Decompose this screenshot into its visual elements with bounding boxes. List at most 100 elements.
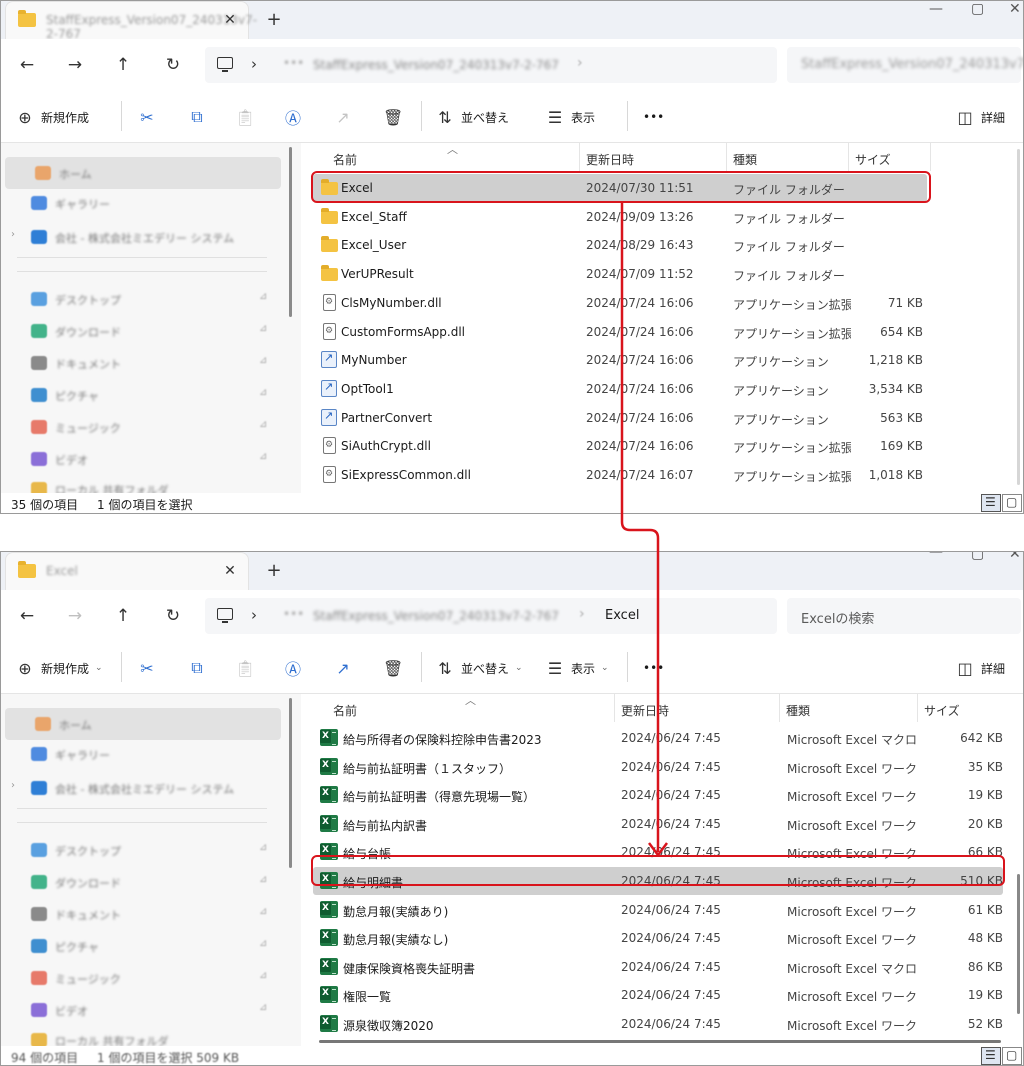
pin-icon[interactable]: ⊿ [259, 970, 267, 981]
sort-button[interactable]: ⇅ 並べ替え ⌄ [435, 656, 522, 680]
chevron-right-icon[interactable]: › [11, 780, 15, 791]
column-header-modified[interactable]: 更新日時 [615, 694, 780, 722]
close-icon[interactable]: ✕ [220, 561, 240, 581]
pin-icon[interactable]: ⊿ [259, 906, 267, 917]
sidebar-item[interactable]: ホーム [5, 157, 281, 189]
delete-button[interactable]: 🗑︎ [383, 656, 403, 680]
column-header-type[interactable]: 種類 [727, 143, 849, 171]
table-row[interactable]: Excel_User 2024/08/29 16:43 ファイル フォルダー [313, 231, 927, 259]
new-button[interactable]: ⊕ 新規作成 [15, 105, 89, 129]
details-view-button[interactable] [981, 1047, 1001, 1065]
sort-button[interactable]: ⇅ 並べ替え [435, 105, 509, 129]
close-window-icon[interactable]: ✕ [1009, 552, 1021, 562]
column-header-modified[interactable]: 更新日時 [580, 143, 727, 171]
pin-icon[interactable]: ⊿ [259, 291, 267, 302]
forward-button[interactable]: → [63, 604, 87, 628]
paste-button[interactable]: 📋︎ [235, 656, 255, 680]
address-bar[interactable]: › ••• StaffExpress_Version07_240313v7-2-… [205, 598, 777, 634]
pin-icon[interactable]: ⊿ [259, 938, 267, 949]
sidebar-item[interactable]: ホーム [5, 708, 281, 740]
pin-icon[interactable]: ⊿ [259, 451, 267, 462]
cut-button[interactable]: ✂ [137, 656, 157, 680]
pin-icon[interactable]: ⊿ [259, 323, 267, 334]
column-header-size[interactable]: サイズ [849, 143, 931, 171]
table-row[interactable]: 給与台帳 2024/06/24 7:45 Microsoft Excel ワーク..… [313, 838, 1003, 866]
sidebar-item[interactable]: ピクチャ ⊿ [1, 379, 291, 411]
table-row[interactable]: Excel 2024/07/30 11:51 ファイル フォルダー [313, 174, 927, 202]
sidebar-item[interactable]: ミュージック ⊿ [1, 962, 291, 994]
address-path[interactable]: StaffExpress_Version07_240313v7-2-767 [313, 58, 559, 72]
copy-button[interactable]: ⧉ [187, 105, 207, 129]
table-row[interactable]: 勤怠月報(実績あり) 2024/06/24 7:45 Microsoft Excel… [313, 896, 1003, 924]
details-view-button[interactable] [981, 494, 1001, 512]
share-button[interactable]: ↗ [333, 105, 353, 129]
cut-button[interactable]: ✂ [137, 105, 157, 129]
address-current-folder[interactable]: Excel [605, 608, 639, 623]
rename-button[interactable]: Ⓐ [283, 656, 303, 680]
column-header-size[interactable]: サイズ [918, 694, 1002, 722]
refresh-button[interactable]: ↻ [161, 604, 185, 628]
up-button[interactable]: ↑ [111, 53, 135, 77]
address-bar[interactable]: › ••• StaffExpress_Version07_240313v7-2-… [205, 47, 777, 83]
new-tab-button[interactable]: + [263, 9, 285, 31]
sidebar-item[interactable]: › 会社 - 株式会社ミエデリー システム [1, 772, 291, 804]
table-row[interactable]: 給与所得者の保険料控除申告書2023 2024/06/24 7:45 Microso… [313, 724, 1003, 752]
copy-button[interactable]: ⧉ [187, 656, 207, 680]
share-button[interactable]: ↗ [333, 656, 353, 680]
back-button[interactable]: ← [15, 53, 39, 77]
tiles-view-button[interactable] [1002, 494, 1022, 512]
close-icon[interactable]: ✕ [220, 10, 240, 30]
table-row[interactable]: 健康保険資格喪失証明書 2024/06/24 7:45 Microsoft Exce… [313, 953, 1003, 981]
sidebar-item[interactable]: ビデオ ⊿ [1, 443, 291, 475]
chevron-right-icon[interactable]: › [251, 606, 257, 624]
sidebar-item[interactable]: ダウンロード ⊿ [1, 315, 291, 347]
pin-icon[interactable]: ⊿ [259, 842, 267, 853]
table-row[interactable]: 給与明細書 2024/06/24 7:45 Microsoft Excel ワーク.… [313, 867, 1003, 895]
ellipsis-icon[interactable]: ••• [283, 607, 304, 621]
tiles-view-button[interactable] [1002, 1047, 1022, 1065]
pin-icon[interactable]: ⊿ [259, 355, 267, 366]
chevron-right-icon[interactable]: › [579, 606, 585, 622]
table-row[interactable]: Excel_Staff 2024/09/09 13:26 ファイル フォルダー [313, 203, 927, 231]
view-button[interactable]: ☰ 表示 [545, 105, 595, 129]
details-button[interactable]: ◫ 詳細 [955, 105, 1005, 129]
search-input[interactable]: Excelの検索 [787, 598, 1021, 634]
table-row[interactable]: PartnerConvert 2024/07/24 16:06 アプリケーション 56… [313, 404, 927, 432]
table-row[interactable]: MyNumber 2024/07/24 16:06 アプリケーション 1,218 KB [313, 346, 927, 374]
table-row[interactable]: 給与前払証明書（得意先現場一覧） 2024/06/24 7:45 Microsoft… [313, 781, 1003, 809]
back-button[interactable]: ← [15, 604, 39, 628]
sidebar-item[interactable]: ミュージック ⊿ [1, 411, 291, 443]
sidebar-item[interactable]: ギャラリー [1, 187, 291, 219]
delete-button[interactable]: 🗑︎ [383, 105, 403, 129]
vertical-scrollbar[interactable] [289, 698, 292, 868]
chevron-right-icon[interactable]: › [577, 55, 583, 71]
search-input[interactable]: StaffExpress_Version07_240313v7 [787, 47, 1023, 83]
view-button[interactable]: ☰ 表示 ⌄ [545, 656, 609, 680]
close-window-icon[interactable]: ✕ [1009, 1, 1021, 17]
more-button[interactable]: ••• [643, 656, 664, 680]
table-row[interactable]: ClsMyNumber.dll 2024/07/24 16:06 アプリケーション拡… [313, 289, 927, 317]
refresh-button[interactable]: ↻ [161, 53, 185, 77]
sidebar-item[interactable]: デスクトップ ⊿ [1, 283, 291, 315]
maximize-icon[interactable]: ▢ [971, 1, 984, 17]
table-row[interactable]: SiExpressCommon.dll 2024/07/24 16:07 アプリケー… [313, 461, 927, 489]
up-button[interactable]: ↑ [111, 604, 135, 628]
sidebar-item[interactable]: ピクチャ ⊿ [1, 930, 291, 962]
sidebar-item[interactable]: ダウンロード ⊿ [1, 866, 291, 898]
tab-staffexpress[interactable]: StaffExpress_Version07_240313v7-2-767 ✕ [5, 1, 257, 41]
table-row[interactable]: CustomFormsApp.dll 2024/07/24 16:06 アプリケーシ… [313, 318, 927, 346]
vertical-scrollbar[interactable] [1017, 874, 1020, 1014]
vertical-scrollbar[interactable] [1017, 149, 1020, 485]
column-header-name[interactable]: 名前 [327, 143, 580, 171]
details-button[interactable]: ◫ 詳細 [955, 656, 1005, 680]
pin-icon[interactable]: ⊿ [259, 1002, 267, 1013]
sidebar-item[interactable]: ビデオ ⊿ [1, 994, 291, 1026]
table-row[interactable]: 給与前払証明書（１スタッフ） 2024/06/24 7:45 Microsoft E… [313, 753, 1003, 781]
paste-button[interactable]: 📋︎ [235, 105, 255, 129]
vertical-scrollbar[interactable] [289, 147, 292, 317]
sidebar-item[interactable]: › 会社 - 株式会社ミエデリー システム [1, 221, 291, 253]
sidebar-item[interactable]: ドキュメント ⊿ [1, 347, 291, 379]
chevron-right-icon[interactable]: › [251, 55, 257, 73]
more-button[interactable]: ••• [643, 105, 664, 129]
pin-icon[interactable]: ⊿ [259, 387, 267, 398]
